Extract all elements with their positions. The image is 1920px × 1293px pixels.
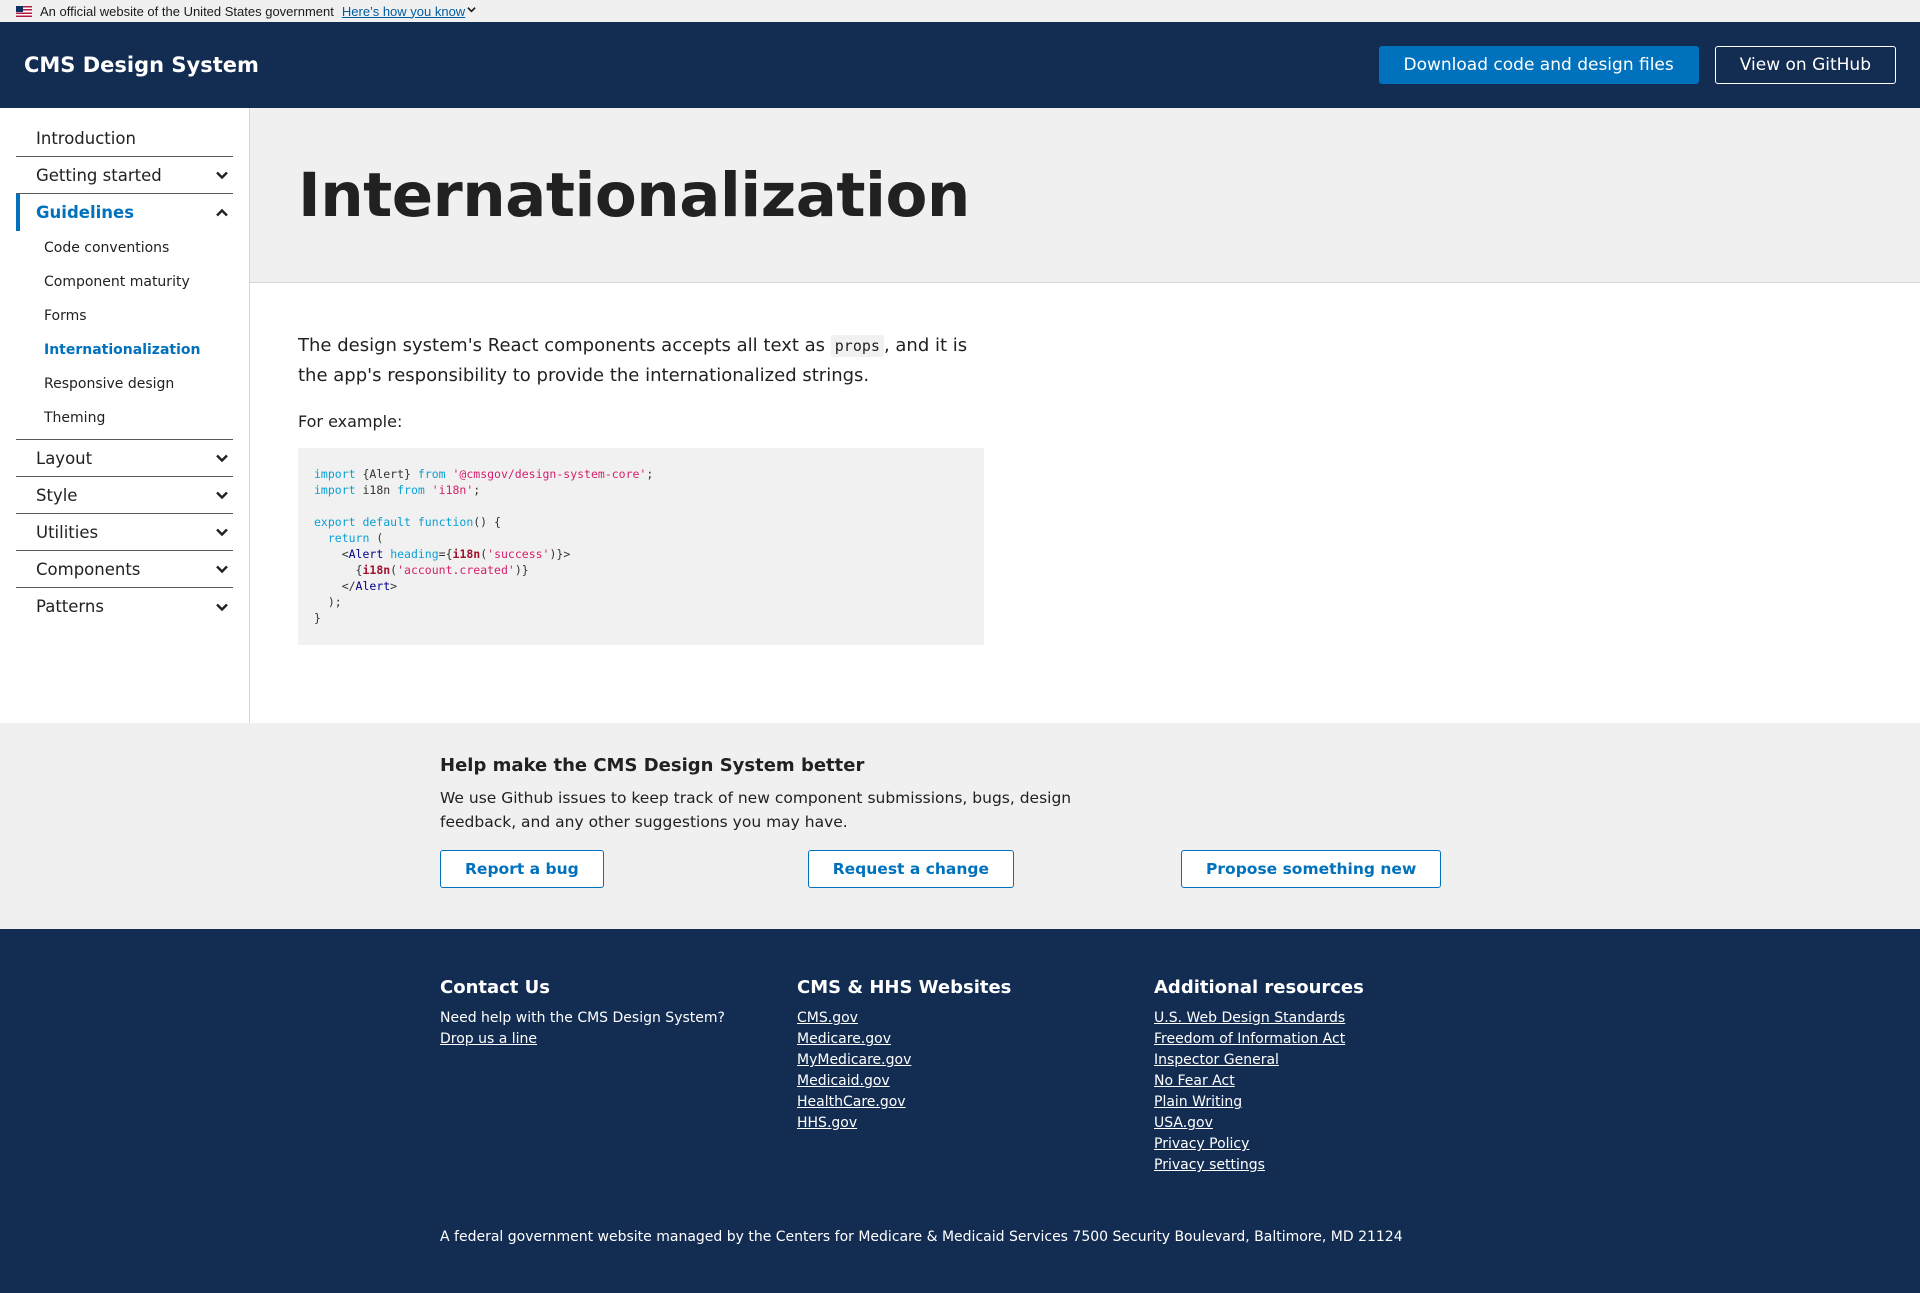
- sidebar-item-introduction[interactable]: Introduction: [16, 120, 233, 157]
- subnav-item-theming[interactable]: Theming: [16, 401, 233, 435]
- subnav-item-internationalization[interactable]: Internationalization: [16, 333, 233, 367]
- footer-link-medicaid[interactable]: Medicaid.gov: [797, 1071, 1154, 1092]
- sidebar-item-layout[interactable]: Layout: [16, 440, 233, 477]
- page-layout: Introduction Getting started Guidelines …: [0, 108, 1920, 723]
- sidebar-item-style[interactable]: Style: [16, 477, 233, 514]
- page-title: Internationalization: [298, 159, 970, 231]
- chevron-down-icon: [215, 600, 229, 614]
- example-label: For example:: [298, 412, 403, 431]
- footer-contact-title: Contact Us: [440, 977, 551, 998]
- sidebar-item-label: Getting started: [36, 165, 162, 185]
- sidebar-item-getting-started[interactable]: Getting started: [16, 157, 233, 194]
- footer-link-hhs[interactable]: HHS.gov: [797, 1113, 1154, 1134]
- chevron-down-icon: [215, 451, 229, 465]
- code-example: import {Alert} from '@cmsgov/design-syst…: [298, 448, 984, 645]
- guidelines-subnav: Code conventions Component maturity Form…: [16, 231, 233, 440]
- subnav-item-responsive-design[interactable]: Responsive design: [16, 367, 233, 401]
- sidebar-item-label: Patterns: [36, 597, 104, 616]
- chevron-up-icon: [215, 206, 229, 220]
- lead-text-start: The design system's React components acc…: [298, 335, 831, 356]
- site-header: CMS Design System Download code and desi…: [0, 22, 1920, 108]
- sidebar-item-components[interactable]: Components: [16, 551, 233, 588]
- footer-link-foia[interactable]: Freedom of Information Act: [1154, 1029, 1511, 1050]
- chevron-down-icon: [215, 168, 229, 182]
- subnav-item-code-conventions[interactable]: Code conventions: [16, 231, 233, 265]
- chevron-down-icon: [215, 562, 229, 576]
- sidebar-item-utilities[interactable]: Utilities: [16, 514, 233, 551]
- request-change-button[interactable]: Request a change: [807, 850, 1015, 888]
- feedback-text: We use Github issues to keep track of ne…: [440, 789, 1072, 831]
- footer-link-mymedicare[interactable]: MyMedicare.gov: [797, 1050, 1154, 1071]
- footer-link-plain-writing[interactable]: Plain Writing: [1154, 1092, 1511, 1113]
- feedback-section: Help make the CMS Design System better W…: [0, 723, 1920, 929]
- us-flag-icon: [16, 5, 32, 17]
- sidebar-nav: Introduction Getting started Guidelines …: [0, 108, 250, 723]
- footer-resources: Additional resources U.S. Web Design Sta…: [1154, 977, 1511, 1176]
- inline-code-props: props: [830, 335, 884, 357]
- footer-websites: CMS & HHS Websites CMS.gov Medicare.gov …: [797, 977, 1154, 1176]
- subnav-item-component-maturity[interactable]: Component maturity: [16, 265, 233, 299]
- gov-banner: An official website of the United States…: [0, 0, 1920, 22]
- footer-link-privacy-policy[interactable]: Privacy Policy: [1154, 1134, 1511, 1155]
- footer-contact: Contact Us Need help with the CMS Design…: [440, 977, 797, 1176]
- footer-columns: Contact Us Need help with the CMS Design…: [440, 977, 1920, 1176]
- main-content: Internationalization The design system's…: [250, 108, 1920, 723]
- chevron-down-icon[interactable]: [467, 5, 476, 17]
- chevron-down-icon: [215, 488, 229, 502]
- footer-link-no-fear-act[interactable]: No Fear Act: [1154, 1071, 1511, 1092]
- footer-bottom-text: A federal government website managed by …: [440, 1229, 1403, 1245]
- lead-paragraph: The design system's React components acc…: [298, 331, 988, 390]
- sidebar-item-label: Introduction: [36, 128, 136, 148]
- footer-link-medicare[interactable]: Medicare.gov: [797, 1029, 1154, 1050]
- sidebar-item-label: Layout: [36, 448, 93, 468]
- header-actions: Download code and design files View on G…: [1378, 46, 1896, 84]
- footer-link-inspector-general[interactable]: Inspector General: [1154, 1050, 1511, 1071]
- content-body: The design system's React components acc…: [250, 283, 1920, 645]
- subnav-item-forms[interactable]: Forms: [16, 299, 233, 333]
- sidebar-item-guidelines[interactable]: Guidelines: [16, 194, 233, 231]
- footer-websites-title: CMS & HHS Websites: [797, 977, 1012, 998]
- sidebar-item-label: Utilities: [36, 522, 99, 542]
- feedback-title: Help make the CMS Design System better: [440, 755, 865, 776]
- site-footer: Contact Us Need help with the CMS Design…: [0, 929, 1920, 1293]
- footer-link-healthcare[interactable]: HealthCare.gov: [797, 1092, 1154, 1113]
- footer-contact-text: Need help with the CMS Design System?: [440, 1010, 725, 1026]
- footer-link-cms[interactable]: CMS.gov: [797, 1008, 1154, 1029]
- feedback-actions: Report a bug Request a change Propose so…: [440, 850, 1920, 888]
- report-bug-button[interactable]: Report a bug: [440, 850, 604, 888]
- chevron-down-icon: [215, 525, 229, 539]
- propose-new-button[interactable]: Propose something new: [1181, 850, 1442, 888]
- page-hero: Internationalization: [250, 108, 1920, 283]
- sidebar-item-label: Components: [36, 559, 141, 579]
- site-logo[interactable]: CMS Design System: [24, 53, 259, 77]
- footer-link-privacy-settings[interactable]: Privacy settings: [1154, 1155, 1511, 1176]
- github-button[interactable]: View on GitHub: [1714, 46, 1896, 84]
- footer-link-usa-gov[interactable]: USA.gov: [1154, 1113, 1511, 1134]
- how-you-know-link[interactable]: Here’s how you know: [342, 4, 465, 19]
- sidebar-item-label: Guidelines: [36, 203, 135, 222]
- gov-banner-text: An official website of the United States…: [40, 3, 334, 19]
- sidebar-item-label: Style: [36, 485, 78, 505]
- sidebar-item-patterns[interactable]: Patterns: [16, 588, 233, 625]
- footer-link-uswds[interactable]: U.S. Web Design Standards: [1154, 1008, 1511, 1029]
- drop-us-a-line-link[interactable]: Drop us a line: [440, 1029, 797, 1050]
- footer-resources-title: Additional resources: [1154, 977, 1364, 998]
- download-button[interactable]: Download code and design files: [1378, 46, 1699, 84]
